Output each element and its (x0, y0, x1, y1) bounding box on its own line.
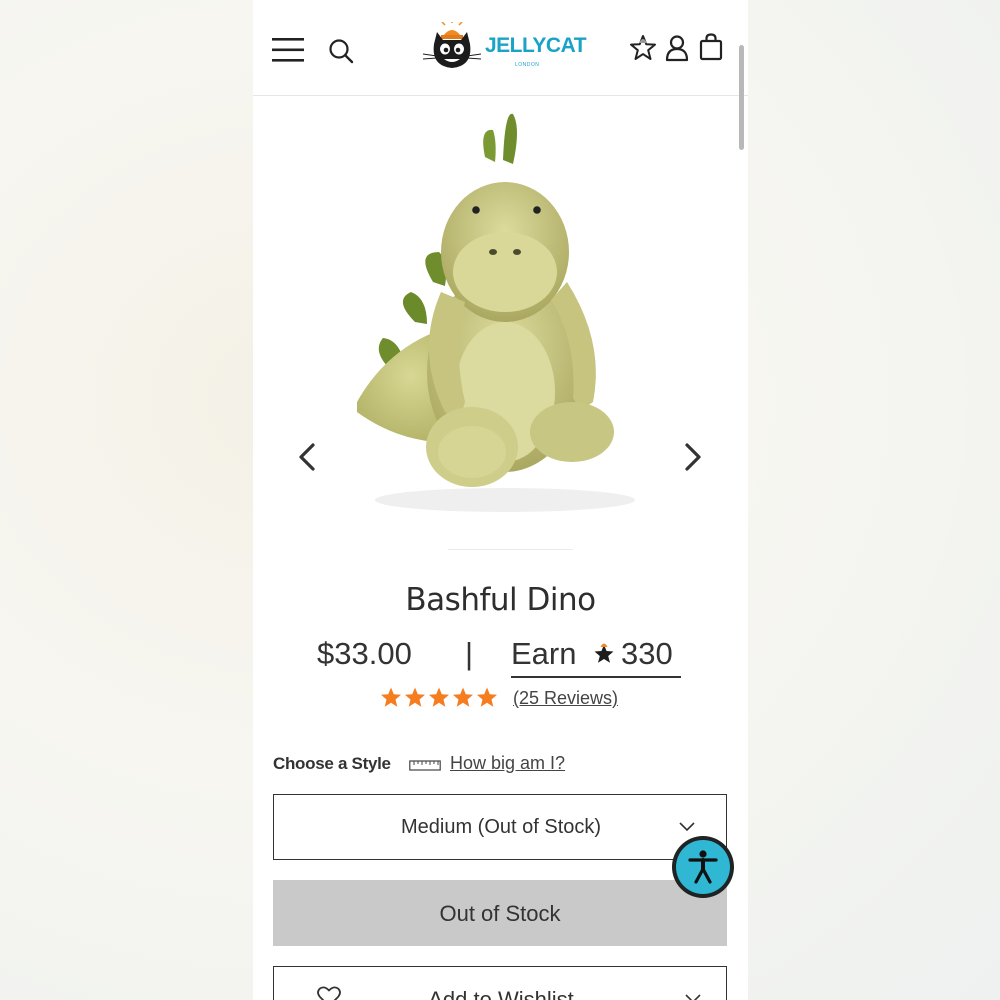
earn-points: 330 (621, 636, 673, 671)
menu-icon[interactable] (272, 37, 304, 63)
reward-star-icon (594, 643, 614, 663)
brand-subtitle: LONDON (515, 62, 540, 68)
accessibility-icon (688, 850, 718, 884)
earn-label: Earn (511, 636, 577, 671)
shopping-bag-icon[interactable] (699, 33, 723, 61)
wishlist-label: Add to Wishlist (428, 987, 574, 1000)
account-icon[interactable] (665, 34, 689, 62)
earn-rewards-link[interactable]: Earn 330 (511, 632, 681, 678)
style-select-value: Medium (Out of Stock) (400, 816, 602, 838)
cat-logo-icon (422, 22, 482, 68)
style-row: Choose a Style How big am I? (273, 752, 733, 778)
previous-image-arrow-icon[interactable] (295, 439, 319, 475)
accessibility-icon-bg (676, 840, 730, 894)
chevron-down-icon (679, 822, 695, 832)
next-image-arrow-icon[interactable] (681, 439, 705, 475)
add-to-wishlist-button[interactable]: Add to Wishlist (273, 966, 727, 1000)
accessibility-button[interactable] (672, 836, 734, 898)
rating-row: (25 Reviews) (253, 686, 748, 712)
out-of-stock-label: Out of Stock (439, 901, 561, 926)
size-guide-link[interactable]: How big am I? (450, 753, 565, 774)
rewards-star-icon[interactable] (629, 34, 657, 62)
chevron-down-icon (685, 994, 701, 1000)
jellycat-logo[interactable]: JELLYCAT LONDON (421, 22, 587, 74)
product-image (357, 113, 635, 512)
style-select[interactable]: Medium (Out of Stock) (273, 794, 727, 860)
product-gallery (253, 97, 748, 552)
price-separator: | (465, 636, 474, 671)
product-price: $33.00 (317, 636, 412, 671)
reviews-link[interactable]: (25 Reviews) (513, 688, 618, 709)
ruler-icon (409, 760, 441, 771)
site-header: JELLYCAT LONDON (253, 0, 748, 96)
brand-name: JELLYCAT (485, 34, 587, 57)
out-of-stock-button[interactable]: Out of Stock (273, 880, 727, 946)
search-icon[interactable] (328, 38, 354, 64)
mobile-viewport: JELLYCAT LONDON Bashful Dino $33.00 | Ea… (253, 0, 748, 1000)
price-row: $33.00 | Earn 330 (253, 632, 748, 680)
choose-style-label: Choose a Style (273, 754, 391, 773)
product-title: Bashful Dino (405, 582, 596, 618)
gallery-indicator (448, 549, 573, 550)
rating-stars-icon (381, 687, 497, 707)
